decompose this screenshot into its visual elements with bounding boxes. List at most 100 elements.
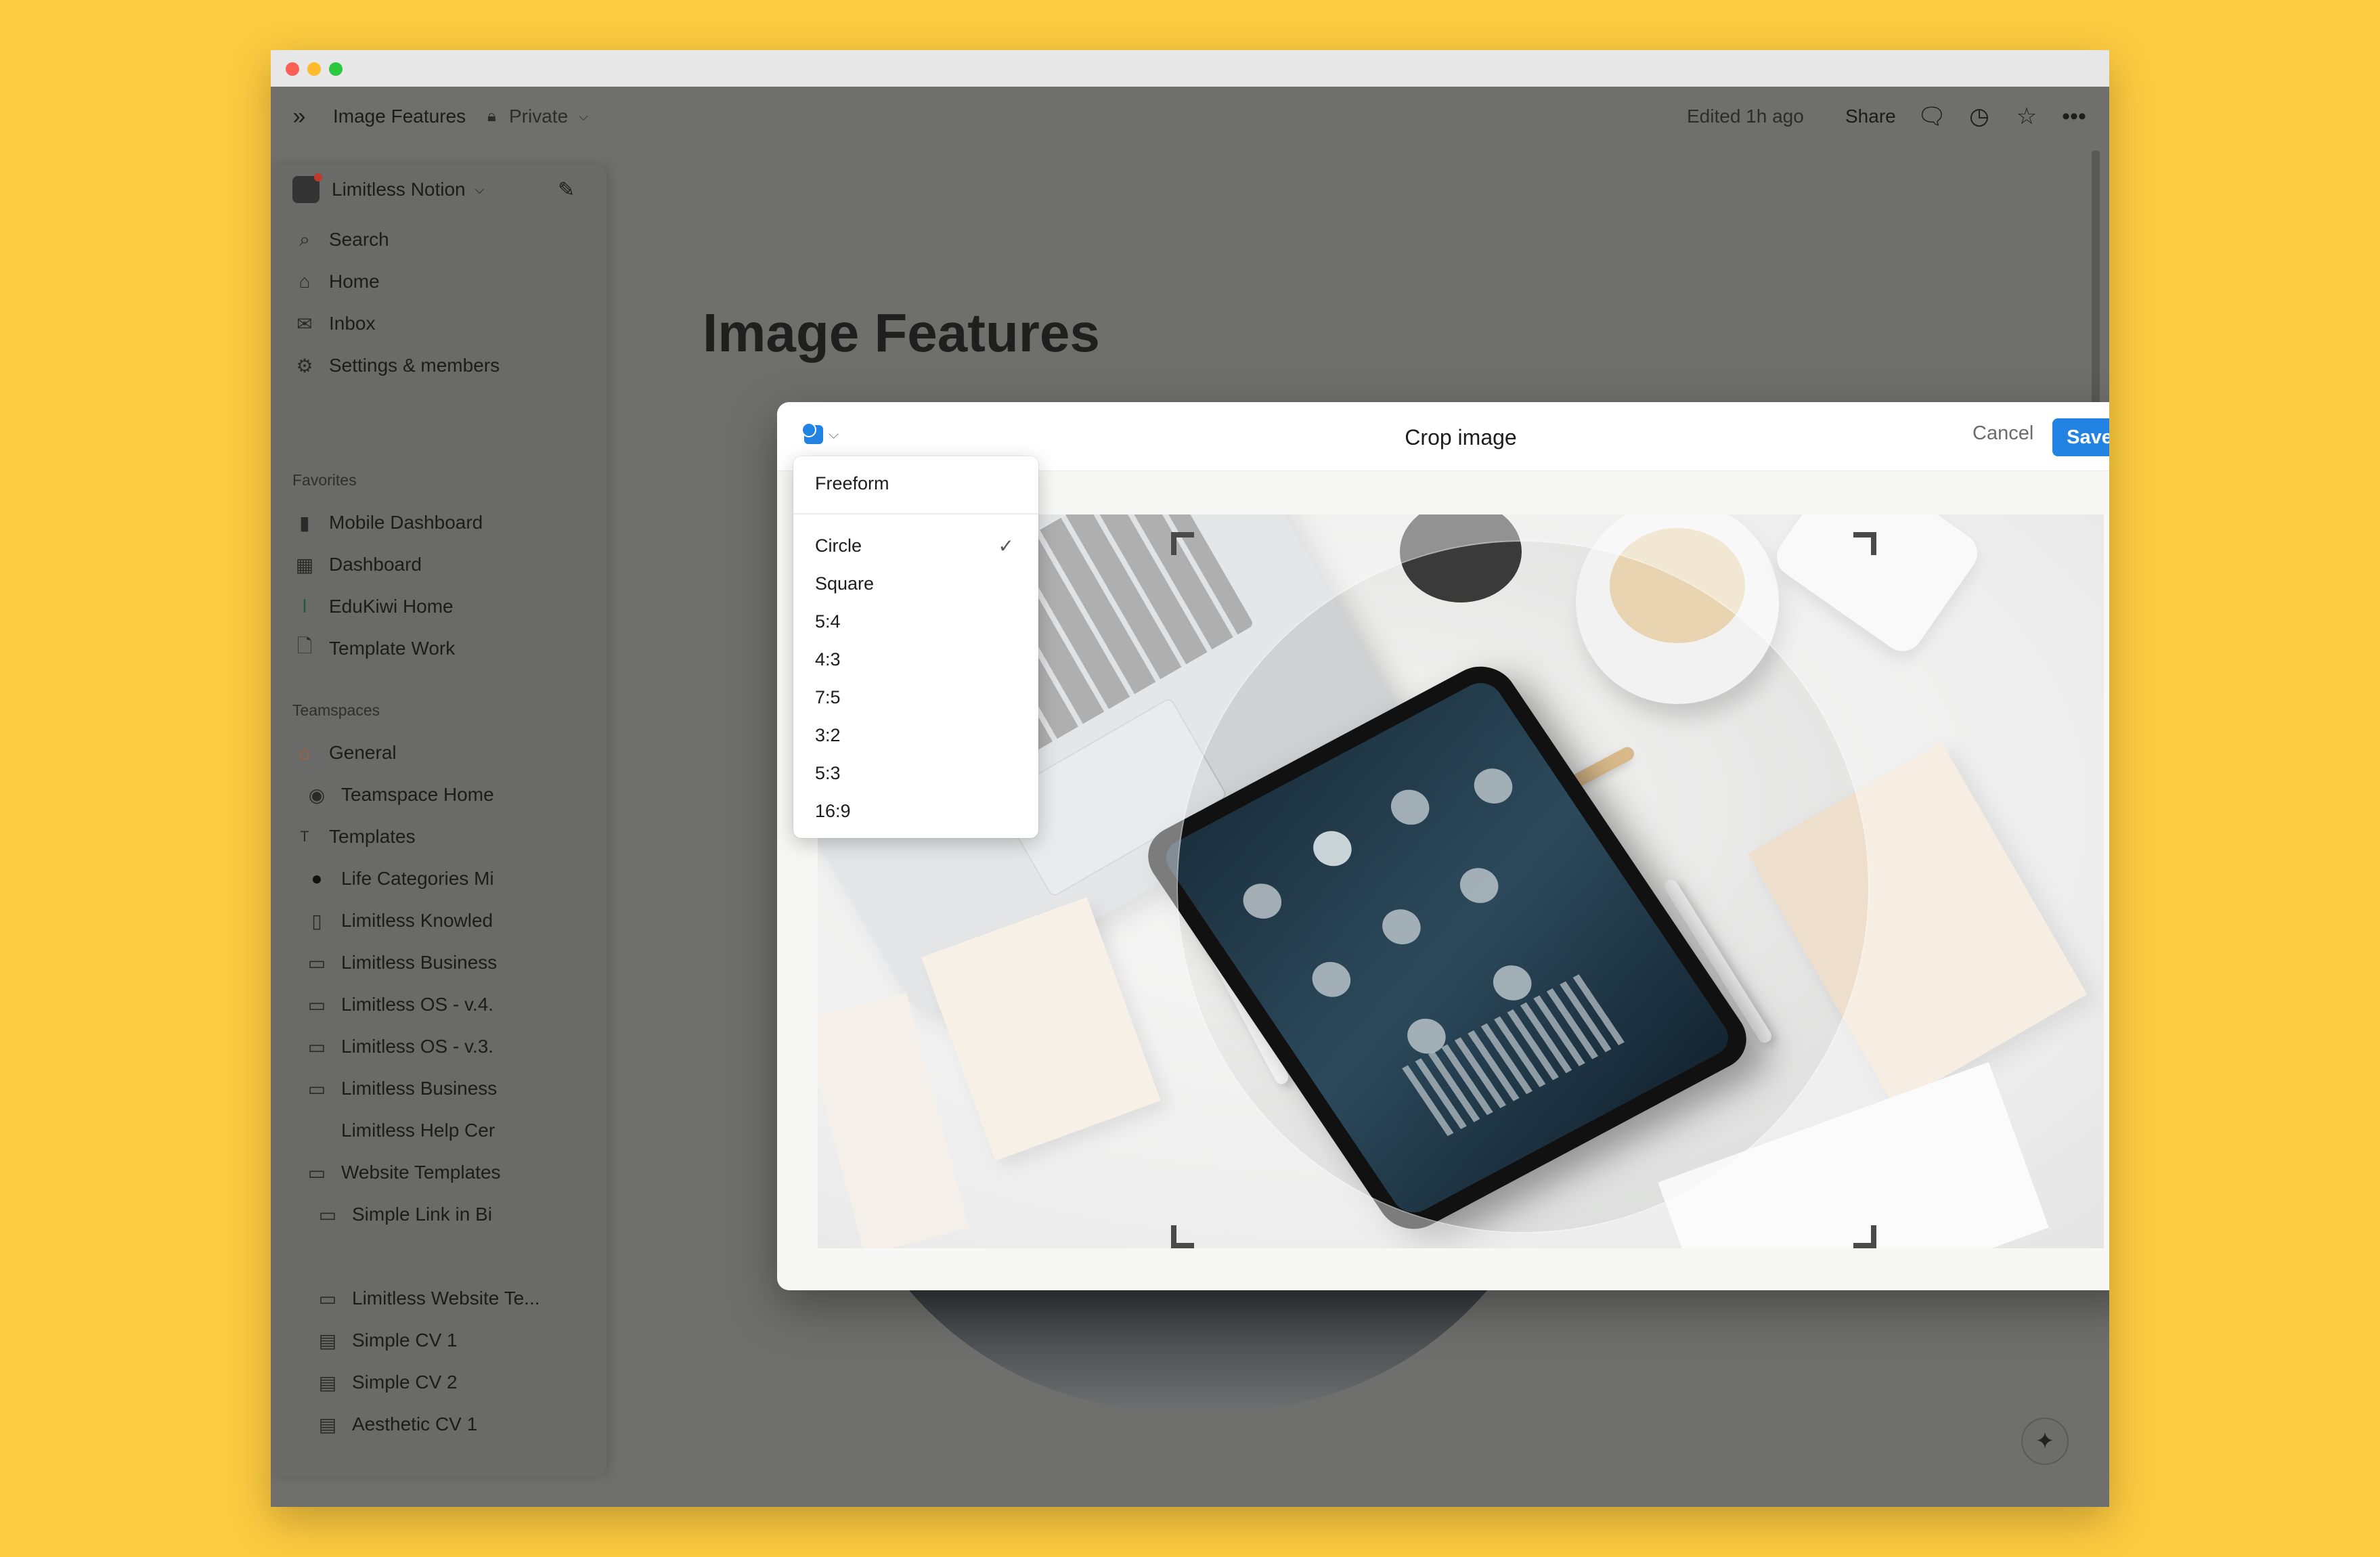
sidebar-item-home[interactable]: ⌂ Home — [271, 263, 607, 301]
sidebar-item-limitless-os-v4[interactable]: ▭ Limitless OS - v.4. — [271, 986, 607, 1024]
menu-item-4-3[interactable]: 4:3 — [793, 640, 1038, 678]
sidebar-item-limitless-knowledge[interactable]: ▯ Limitless Knowled — [271, 902, 607, 940]
star-icon[interactable]: ☆ — [2012, 102, 2042, 131]
sidebar-item-search[interactable]: ⌕ Search — [271, 221, 607, 259]
document-icon: 🗋︎ — [296, 636, 313, 657]
sidebar-item-template-work[interactable]: 🗋︎ Template Work — [271, 630, 607, 667]
sidebar-item-label: Limitless OS - v.4. — [341, 994, 494, 1015]
sidebar: Limitless Notion ⌵ ✎ ⌕ Search ⌂ Home ✉︎ … — [271, 165, 607, 1476]
more-icon[interactable]: ••• — [2059, 102, 2089, 131]
menu-item-7-5[interactable]: 7:5 — [793, 678, 1038, 716]
sidebar-item-label: Mobile Dashboard — [329, 512, 483, 533]
menu-item-circle[interactable]: Circle ✓ — [793, 527, 1038, 565]
menu-item-freeform[interactable]: Freeform — [793, 464, 1038, 502]
house-icon: ⌂ — [299, 742, 311, 763]
menu-item-5-4[interactable]: 5:4 — [793, 602, 1038, 640]
sidebar-item-aesthetic-cv-1[interactable]: ▤ Aesthetic CV 1 — [271, 1405, 607, 1443]
teamspaces-heading[interactable]: Teamspaces — [292, 701, 380, 720]
cancel-button[interactable]: Cancel — [1973, 422, 2033, 445]
sidebar-item-label: Teamspace Home — [341, 784, 494, 805]
close-window-button[interactable] — [286, 62, 299, 76]
minimize-window-button[interactable] — [307, 62, 321, 76]
sidebar-item-label: Simple Link in Bi — [352, 1204, 492, 1225]
sidebar-item-simple-cv-1[interactable]: ▤ Simple CV 1 — [271, 1321, 607, 1359]
sidebar-item-label: Aesthetic CV 1 — [352, 1413, 478, 1434]
ai-sparkle-icon[interactable]: ✦ — [2021, 1418, 2069, 1465]
sidebar-item-limitless-business[interactable]: ▭ Limitless Business — [271, 944, 607, 982]
laptop-icon: ▭ — [307, 952, 326, 973]
sidebar-item-life-categories[interactable]: ● Life Categories Mi — [271, 860, 607, 898]
sidebar-item-label: Life Categories Mi — [341, 868, 494, 889]
monitor-icon: ▭ — [318, 1288, 337, 1309]
menu-item-square[interactable]: Square — [793, 565, 1038, 602]
sidebar-item-teamspace-home[interactable]: ◉ Teamspace Home — [271, 776, 607, 814]
sidebar-item-mobile-dashboard[interactable]: ▮ Mobile Dashboard — [271, 504, 607, 542]
sidebar-item-dashboard[interactable]: ▦ Dashboard — [271, 546, 607, 584]
sidebar-item-general[interactable]: ⌂ General — [271, 734, 607, 772]
circle-icon: ● — [311, 868, 323, 889]
breadcrumb-title[interactable]: Image Features — [333, 106, 466, 127]
laptop-icon: ▭ — [318, 1204, 337, 1225]
sidebar-item-website-templates[interactable]: ▭ Website Templates — [271, 1154, 607, 1191]
sidebar-item-limitless-business-2[interactable]: ▭ Limitless Business — [271, 1070, 607, 1108]
menu-item-3-2[interactable]: 3:2 — [793, 716, 1038, 754]
sidebar-item-limitless-os-v3[interactable]: ▭ Limitless OS - v.3. — [271, 1028, 607, 1066]
sidebar-item-simple-link-in-bio[interactable]: ▭ Simple Link in Bi — [271, 1196, 607, 1233]
lock-icon: 🔒︎ — [487, 107, 496, 125]
comment-icon[interactable]: 🗨︎ — [1917, 102, 1947, 131]
laptop-icon: ▭ — [307, 1078, 326, 1099]
app-window: » Image Features 🔒︎ Private ⌵ Edited 1h … — [271, 50, 2109, 1507]
menu-item-5-3[interactable]: 5:3 — [793, 754, 1038, 792]
workspace-name: Limitless Notion — [332, 179, 466, 200]
sidebar-item-label: Limitless Business — [341, 1078, 498, 1099]
sidebar-item-limitless-website-templates[interactable]: ▭ Limitless Website Te... — [271, 1279, 607, 1317]
sidebar-item-label: Limitless Knowled — [341, 910, 493, 931]
sidebar-item-label: Limitless Website Te... — [352, 1288, 540, 1309]
sidebar-item-label: Home — [329, 271, 380, 292]
checkmark-icon: ✓ — [998, 535, 1014, 556]
phone-icon: ▮ — [299, 512, 310, 533]
sidebar-item-label: Inbox — [329, 313, 376, 334]
privacy-label[interactable]: Private — [509, 106, 568, 127]
sidebar-item-edukiwi-home[interactable]: ǀ EduKiwi Home — [271, 588, 607, 626]
sidebar-item-label: EduKiwi Home — [329, 596, 454, 617]
menu-divider — [793, 513, 1038, 514]
sidebar-item-limitless-help-center[interactable]: Limitless Help Cer — [271, 1112, 607, 1149]
workspace-avatar — [292, 173, 322, 203]
sidebar-item-inbox[interactable]: ✉︎ Inbox — [271, 305, 607, 343]
sidebar-item-settings[interactable]: ⚙︎ Settings & members — [271, 347, 607, 385]
menu-item-16-9[interactable]: 16:9 — [793, 792, 1038, 830]
crop-shape-menu: Freeform Circle ✓ Square 5:4 4:3 7:5 3:2… — [793, 456, 1038, 838]
crop-handle-top-left[interactable] — [1171, 532, 1194, 555]
sidebar-item-templates[interactable]: T Templates — [271, 818, 607, 856]
sidebar-item-label: Dashboard — [329, 554, 422, 575]
workspace-switcher[interactable]: Limitless Notion ⌵ ✎ — [271, 171, 607, 209]
crop-handle-bottom-left[interactable] — [1171, 1225, 1194, 1248]
sidebar-item-label: Limitless Business — [341, 952, 498, 973]
dialog-title: Crop image — [1405, 425, 1517, 449]
new-page-icon[interactable]: ✎ — [558, 178, 575, 202]
maximize-window-button[interactable] — [329, 62, 343, 76]
grid-icon: ▦ — [295, 554, 314, 575]
crop-circle-overlay[interactable] — [1176, 540, 1870, 1233]
save-button[interactable]: Save — [2052, 418, 2109, 456]
sidebar-item-simple-cv-2[interactable]: ▤ Simple CV 2 — [271, 1363, 607, 1401]
history-icon[interactable]: ◷ — [1964, 102, 1994, 131]
sidebar-item-label: Templates — [329, 826, 416, 847]
sidebar-item-label: Settings & members — [329, 355, 500, 376]
edited-label: Edited 1h ago — [1687, 106, 1804, 127]
crop-handle-top-right[interactable] — [1853, 532, 1876, 555]
home-icon: ⌂ — [299, 271, 311, 292]
crop-handle-bottom-right[interactable] — [1853, 1225, 1876, 1248]
expand-sidebar-icon[interactable]: » — [284, 102, 314, 131]
favorites-heading[interactable]: Favorites — [292, 471, 357, 489]
menu-item-label: Circle — [815, 535, 862, 556]
book-icon: ▯ — [311, 910, 322, 931]
sidebar-item-label: General — [329, 742, 397, 763]
page-title[interactable]: Image Features — [703, 302, 1100, 364]
compass-icon: ◉ — [308, 784, 326, 806]
sidebar-item-label: Simple CV 2 — [352, 1372, 458, 1392]
search-icon: ⌕ — [299, 228, 310, 250]
sidebar-item-label: Simple CV 1 — [352, 1330, 458, 1351]
share-button[interactable]: Share — [1845, 106, 1896, 127]
